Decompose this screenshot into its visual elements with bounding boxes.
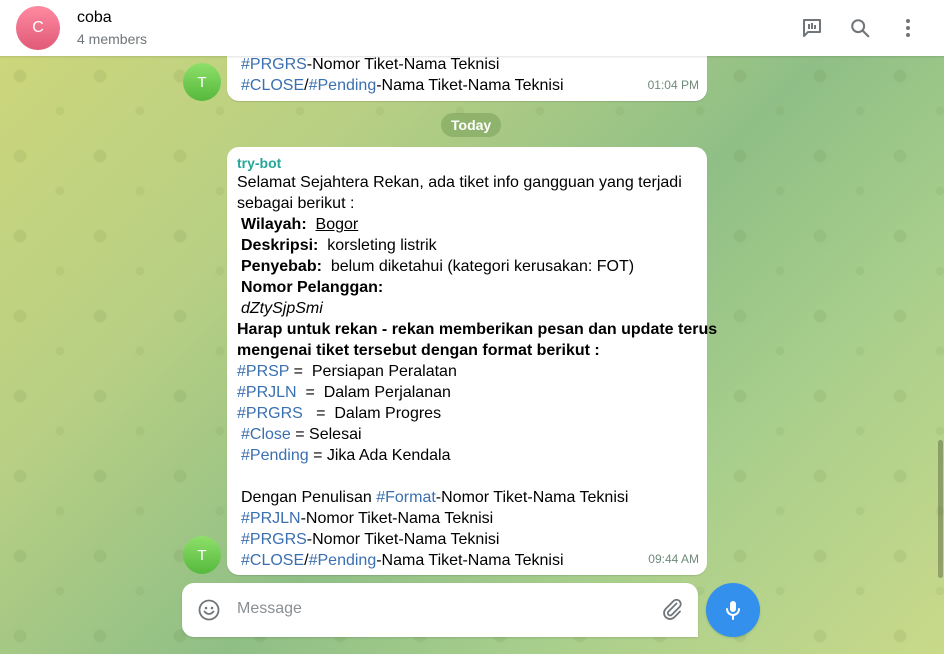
message-line: #PRGRS-Nomor Tiket-Nama Teknisi [241,54,564,75]
sender-avatar[interactable]: T [183,536,221,574]
message-bubble[interactable]: try-bot Selamat Sejahtera Rekan, ada tik… [227,147,717,575]
field-wilayah: Wilayah: Bogor [237,214,717,235]
group-avatar[interactable]: C [16,6,60,50]
emoji-icon [198,599,220,621]
field-label: Penyebab: [241,258,322,275]
hashtag-link[interactable]: #Pending [309,77,377,94]
message-composer[interactable]: Message [182,583,698,637]
chat-scrollbar[interactable] [938,440,943,578]
code-description: = Persiapan Peralatan [289,363,457,380]
hashtag-link[interactable]: #PRSP [237,363,289,380]
hashtag-link[interactable]: #Close [241,426,291,443]
message-time: 01:04 PM [647,78,699,92]
code-line: #PRSP = Persiapan Peralatan [237,361,717,382]
format-line: #PRGRS-Nomor Tiket-Nama Teknisi [237,529,717,550]
message-line: sebagai berikut : [237,195,355,212]
code-line: #PRGRS = Dalam Progres [237,403,717,424]
message-text: -Nomor Tiket-Nama Teknisi [306,531,500,548]
chat-header: C coba 4 members [0,0,944,56]
message-line: Harap untuk rekan - rekan memberikan pes… [237,321,718,338]
message-text: -Nama Tiket-Nama Teknisi [376,552,564,569]
hashtag-link[interactable]: #PRGRS [241,531,307,548]
message-line: mengenai tiket tersebut dengan format be… [237,342,600,359]
code-description: = Dalam Progres [302,405,442,422]
message-line: #CLOSE/#Pending-Nama Tiket-Nama Teknisi [241,75,564,96]
message-text: -Nama Tiket-Nama Teknisi [376,77,564,94]
date-separator: Today [441,113,502,137]
format-line: #PRJLN-Nomor Tiket-Nama Teknisi [237,508,717,529]
field-value: korsleting listrik [327,237,437,254]
message-text: -Nomor Tiket-Nama Teknisi [306,56,500,73]
field-nomor-value: dZtySjpSmi [241,300,323,317]
code-description: = Selesai [290,426,362,443]
more-vertical-icon [906,19,910,37]
field-deskripsi: Deskripsi: korsleting listrik [237,235,717,256]
hashtag-link[interactable]: #PRJLN [241,510,301,527]
message-line: Dengan Penulisan #Format-Nomor Tiket-Nam… [237,487,717,508]
code-description: = Jika Ada Kendala [308,447,451,464]
field-value: Bogor [315,216,359,233]
message-line: Selamat Sejahtera Rekan, ada tiket info … [237,174,682,191]
message-input[interactable]: Message [237,600,302,618]
hashtag-link[interactable]: #PRGRS [237,405,303,422]
code-description: = Dalam Perjalanan [296,384,451,401]
microphone-icon [726,601,740,620]
message-text: -Nomor Tiket-Nama Teknisi [435,489,629,506]
emoji-button[interactable] [197,598,221,627]
poll-button[interactable] [798,14,826,42]
format-line: #CLOSE/#Pending-Nama Tiket-Nama Teknisi [237,550,717,571]
record-voice-button[interactable] [706,583,760,637]
more-button[interactable] [894,14,922,42]
hashtag-link[interactable]: #Pending [309,552,377,569]
hashtag-link[interactable]: #PRGRS [241,56,307,73]
field-nomor-label: Nomor Pelanggan: [237,277,717,298]
code-line: #Pending = Jika Ada Kendala [237,445,717,466]
hashtag-link[interactable]: #Format [376,489,436,506]
code-line: #Close = Selesai [237,424,717,445]
message-text: Dengan Penulisan [241,489,377,506]
field-value: belum diketahui (kategori kerusakan: FOT… [330,258,635,275]
message-text: -Nomor Tiket-Nama Teknisi [300,510,494,527]
search-button[interactable] [846,14,874,42]
search-icon [851,19,870,38]
hashtag-link[interactable]: #CLOSE [241,552,304,569]
hashtag-link[interactable]: #CLOSE [241,77,304,94]
code-line: #PRJLN = Dalam Perjalanan [237,382,717,403]
paperclip-icon [663,598,682,620]
chat-title[interactable]: coba [77,9,112,27]
field-label: Deskripsi: [241,237,319,254]
hashtag-link[interactable]: #PRJLN [237,384,297,401]
hashtag-link[interactable]: #Pending [241,447,309,464]
message-time: 09:44 AM [648,552,699,566]
member-count: 4 members [77,31,148,47]
sender-name[interactable]: try-bot [237,153,717,172]
poll-icon [803,19,821,37]
sender-avatar[interactable]: T [183,63,221,101]
field-label: Nomor Pelanggan: [241,279,384,296]
field-label: Wilayah: [241,216,307,233]
field-penyebab: Penyebab: belum diketahui (kategori keru… [237,256,717,277]
attach-button[interactable] [660,597,684,626]
